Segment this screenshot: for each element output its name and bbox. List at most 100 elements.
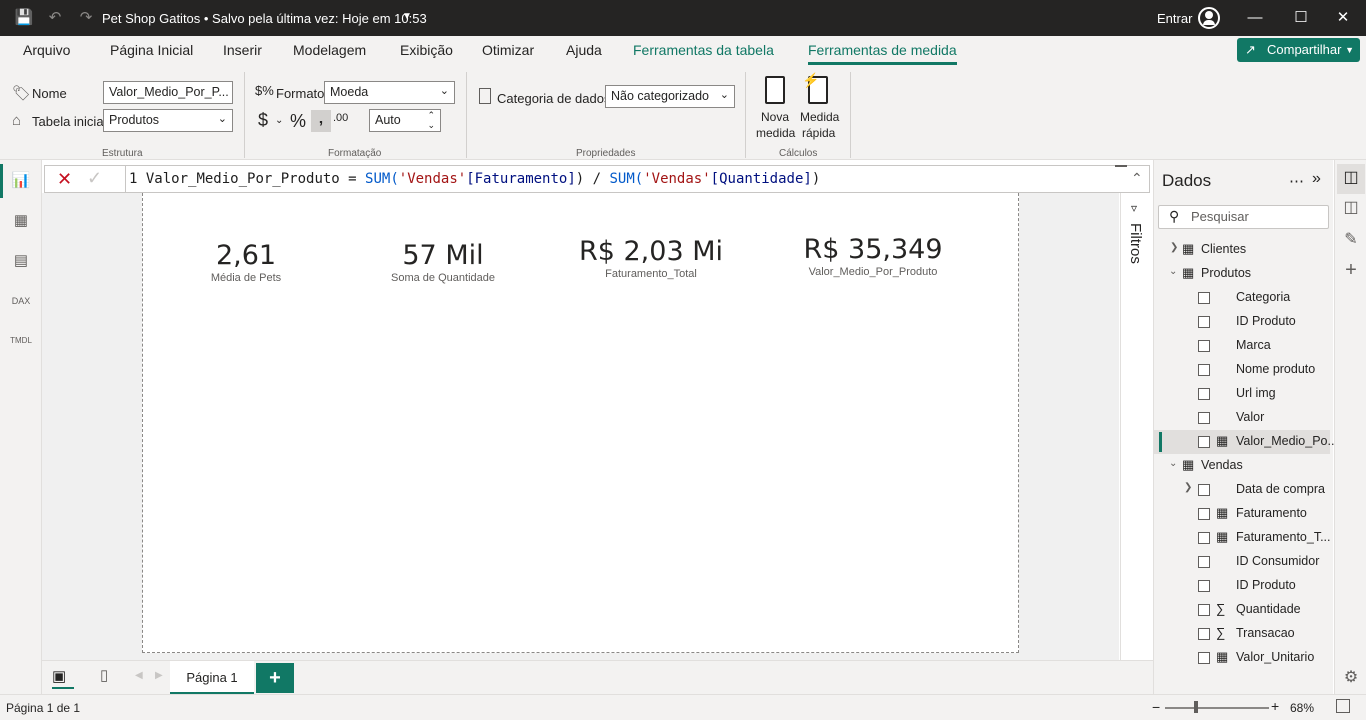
field-checkbox[interactable] (1198, 628, 1210, 640)
cancel-icon[interactable]: ✕ (57, 169, 72, 190)
home-table-select[interactable]: Produtos ⌄ (103, 109, 233, 132)
table-vendas[interactable]: ⌄ ▦ Vendas (1154, 454, 1330, 478)
field-row[interactable]: ID Produto (1154, 310, 1330, 334)
tab-ajuda[interactable]: Ajuda (566, 42, 602, 58)
field-checkbox[interactable] (1198, 484, 1210, 496)
field-checkbox[interactable] (1198, 316, 1210, 328)
chevron-right-icon[interactable]: ❯ (1170, 242, 1178, 253)
table-produtos[interactable]: ⌄ ▦ Produtos (1154, 262, 1330, 286)
commit-icon[interactable]: ✓ (87, 168, 102, 189)
collapse-pane-icon[interactable]: » (1312, 170, 1321, 188)
chevron-right-icon[interactable]: ▶ (155, 670, 163, 681)
resize-handle[interactable] (1115, 165, 1127, 167)
tab-inserir[interactable]: Inserir (223, 42, 262, 58)
field-row-selected[interactable]: ▦ Valor_Medio_Po... (1154, 430, 1338, 454)
field-row[interactable]: Marca (1154, 334, 1330, 358)
field-checkbox[interactable] (1198, 532, 1210, 544)
field-row[interactable]: Nome produto (1154, 358, 1330, 382)
field-checkbox[interactable] (1198, 652, 1210, 664)
field-row[interactable]: ▦ Faturamento (1154, 502, 1330, 526)
undo-icon[interactable]: ↶ (45, 8, 65, 28)
tab-modelagem[interactable]: Modelagem (293, 42, 366, 58)
maximize-button[interactable]: ☐ (1278, 0, 1324, 36)
comma-style-button[interactable]: ‚ (311, 110, 331, 132)
field-checkbox[interactable] (1198, 436, 1210, 448)
card-media-pets[interactable]: 2,61 Média de Pets (136, 240, 356, 284)
dax-query-icon[interactable]: DAX (10, 290, 32, 312)
percent-button[interactable]: % (290, 111, 306, 132)
new-measure-button[interactable]: Nova medida (755, 74, 797, 144)
field-checkbox[interactable] (1198, 604, 1210, 616)
tab-ferramentas-medida[interactable]: Ferramentas de medida (808, 42, 957, 65)
zoom-in-icon[interactable]: + (1271, 698, 1279, 714)
mobile-layout-icon[interactable]: ▯ (100, 666, 108, 684)
field-checkbox[interactable] (1198, 556, 1210, 568)
collapse-icon[interactable]: ⌃ (1131, 170, 1143, 187)
avatar[interactable] (1198, 7, 1220, 29)
redo-icon[interactable]: ↷ (76, 8, 96, 28)
field-row[interactable]: Url img (1154, 382, 1330, 406)
share-button[interactable]: ↗ Compartilhar ▼ (1237, 38, 1360, 62)
field-row[interactable]: Valor (1154, 406, 1330, 430)
card-soma-quantidade[interactable]: 57 Mil Soma de Quantidade (333, 240, 553, 284)
field-checkbox[interactable] (1198, 580, 1210, 592)
field-checkbox[interactable] (1198, 412, 1210, 424)
measure-name-field[interactable]: Valor_Medio_Por_P... (103, 81, 233, 104)
build-visual-icon[interactable]: ◫ (1341, 198, 1361, 218)
table-view-icon[interactable]: ▦ (10, 210, 32, 232)
card-faturamento-total[interactable]: R$ 2,03 Mi Faturamento_Total (541, 236, 761, 280)
field-row[interactable]: Categoria (1154, 286, 1330, 310)
search-input[interactable]: ⚲ Pesquisar (1158, 205, 1329, 229)
tab-ferramentas-tabela[interactable]: Ferramentas da tabela (633, 42, 774, 58)
data-icon[interactable]: ◫ (1341, 168, 1361, 188)
field-row[interactable]: ❯ Data de compra (1154, 478, 1330, 502)
field-checkbox[interactable] (1198, 508, 1210, 520)
card-valor-medio[interactable]: R$ 35,349 Valor_Medio_Por_Produto (763, 234, 983, 278)
chevron-left-icon[interactable]: ◀ (135, 670, 143, 681)
filters-pane-collapsed[interactable]: ▿ Filtros (1120, 193, 1153, 660)
chevron-down-icon[interactable]: ⌄ (1169, 458, 1177, 469)
close-button[interactable]: ✕ (1320, 0, 1366, 36)
field-checkbox[interactable] (1198, 340, 1210, 352)
more-options-icon[interactable]: ⋯ (1289, 172, 1304, 190)
tmdl-view-icon[interactable]: TMDL (10, 330, 32, 352)
desktop-layout-icon[interactable]: ▣ (52, 667, 66, 685)
tab-pagina-inicial[interactable]: Página Inicial (110, 42, 193, 58)
fit-to-page-icon[interactable] (1336, 699, 1350, 713)
field-checkbox[interactable] (1198, 364, 1210, 376)
decimal-icon[interactable]: .00 (333, 112, 348, 124)
tab-otimizar[interactable]: Otimizar (482, 42, 534, 58)
quick-measure-button[interactable]: ⚡ Medida rápida (798, 72, 842, 144)
zoom-slider[interactable] (1165, 707, 1269, 709)
add-page-button[interactable]: + (256, 663, 294, 693)
sign-in-link[interactable]: Entrar (1157, 11, 1192, 26)
chevron-down-icon[interactable]: ▼ (402, 11, 412, 22)
currency-button[interactable]: $ (258, 110, 268, 131)
decimals-spinner[interactable]: Auto ⌃ ⌄ (369, 109, 441, 132)
tab-arquivo[interactable]: Arquivo (23, 42, 70, 58)
format-select[interactable]: Moeda ⌄ (324, 81, 455, 104)
field-row[interactable]: ∑ Transacao (1154, 622, 1330, 646)
model-view-icon[interactable]: ▤ (10, 250, 32, 272)
field-checkbox[interactable] (1198, 388, 1210, 400)
format-visual-icon[interactable]: ✎ (1341, 230, 1361, 250)
formula-bar[interactable]: ✕ ✓ 1 Valor_Medio_Por_Produto = SUM('Ven… (44, 165, 1150, 193)
zoom-out-icon[interactable]: − (1152, 699, 1160, 715)
table-clientes[interactable]: ❯ ▦ Clientes (1154, 238, 1330, 262)
tab-exibicao[interactable]: Exibição (400, 42, 453, 58)
formula-editor[interactable]: 1 Valor_Medio_Por_Produto = SUM('Vendas'… (125, 166, 820, 192)
field-row[interactable]: ID Consumidor (1154, 550, 1330, 574)
field-checkbox[interactable] (1198, 292, 1210, 304)
report-view-icon[interactable]: 📊 (10, 170, 32, 192)
report-page[interactable]: 2,61 Média de Pets 57 Mil Soma de Quanti… (142, 193, 1019, 653)
chevron-down-icon[interactable]: ⌄ (1169, 266, 1177, 277)
chevron-right-icon[interactable]: ❯ (1184, 482, 1192, 493)
zoom-slider-handle[interactable] (1194, 701, 1198, 713)
field-row[interactable]: ID Produto (1154, 574, 1330, 598)
spinner-arrows-icon[interactable]: ⌃ ⌄ (427, 110, 435, 130)
data-category-select[interactable]: Não categorizado ⌄ (605, 85, 735, 108)
chevron-down-icon[interactable]: ⌄ (275, 115, 283, 126)
minimize-button[interactable]: — (1232, 0, 1278, 36)
add-icon[interactable]: + (1341, 260, 1361, 280)
field-row[interactable]: ▦ Valor_Unitario (1154, 646, 1330, 670)
